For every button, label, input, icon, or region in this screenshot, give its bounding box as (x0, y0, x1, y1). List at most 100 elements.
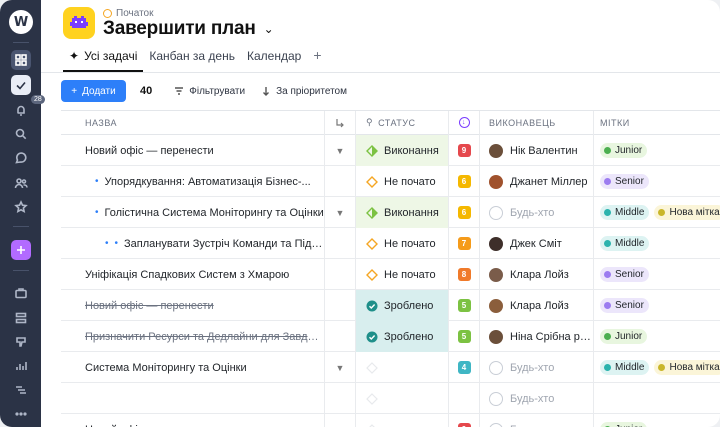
tags-cell[interactable]: Junior (593, 414, 720, 427)
tag-chip[interactable]: Junior (600, 422, 648, 427)
app-logo-icon[interactable]: W (9, 10, 33, 34)
task-name-cell[interactable]: Новий офіс — перенести (79, 135, 324, 166)
table-row[interactable]: Призначити Ресурси та Дедлайни для Завда… (61, 321, 720, 352)
column-header-status[interactable]: ⚲ СТАТУС (355, 110, 448, 135)
tag-chip[interactable]: Нова мітка (654, 360, 720, 375)
table-row[interactable]: Система Моніторингу та Оцінки ▼ 4 Будь-хто M… (61, 352, 720, 383)
thumbs-icon[interactable] (11, 332, 31, 352)
priority-cell[interactable]: 6 (448, 197, 479, 228)
priority-cell[interactable]: 7 (448, 228, 479, 259)
tags-cell[interactable]: Junior (593, 135, 720, 166)
assignee-cell[interactable]: Клара Лойз (479, 259, 593, 290)
tag-chip[interactable]: Junior (600, 329, 648, 344)
tag-chip[interactable]: Middle (600, 236, 650, 251)
search-icon[interactable] (11, 124, 31, 144)
table-row[interactable]: Новий офіс — перенести ▼ Виконання 9 Нік Вал… (61, 135, 720, 166)
assignee-cell[interactable]: Будь-хто (479, 197, 593, 228)
status-cell[interactable]: Не почато (355, 259, 448, 290)
table-row[interactable]: Новий офіс — перенести 9 Будь-хто Junior (61, 414, 720, 427)
tag-chip[interactable]: Middle (600, 205, 650, 220)
table-row[interactable]: Уніфікація Спадкових Систем з Хмарою Не п… (61, 259, 720, 290)
priority-cell[interactable] (448, 383, 479, 414)
table-row[interactable]: • Упорядкування: Автоматизація Бізнес-...… (61, 166, 720, 197)
tag-chip[interactable]: Junior (600, 143, 648, 158)
task-name-cell[interactable]: • Голістична Система Моніторингу та Оцінк… (79, 197, 324, 228)
tags-cell[interactable]: Junior (593, 321, 720, 352)
briefcase-icon[interactable] (11, 283, 31, 303)
column-header-name[interactable]: НАЗВА (85, 118, 117, 128)
tab-calendar[interactable]: Календар (241, 46, 307, 72)
chevron-down-icon[interactable]: ⌄ (264, 22, 274, 36)
status-cell[interactable]: Виконання (355, 197, 448, 228)
task-name-cell[interactable]: Призначити Ресурси та Дедлайни для Завда… (79, 321, 324, 352)
tags-cell[interactable]: Middle Нова мітка (593, 197, 720, 228)
tag-chip[interactable]: Middle (600, 360, 650, 375)
expand-cell[interactable]: ▼ (324, 197, 355, 228)
tags-cell[interactable]: Middle (593, 228, 720, 259)
priority-cell[interactable]: 5 (448, 290, 479, 321)
status-cell[interactable]: Виконання (355, 135, 448, 166)
priority-column-icon[interactable]: ↓ (448, 110, 479, 135)
status-cell[interactable]: Не почато (355, 166, 448, 197)
status-cell[interactable]: Зроблено (355, 290, 448, 321)
tags-cell[interactable]: Senior (593, 290, 720, 321)
tag-chip[interactable]: Senior (600, 267, 649, 282)
priority-cell[interactable]: 4 (448, 352, 479, 383)
priority-cell[interactable]: 9 (448, 414, 479, 427)
priority-cell[interactable]: 6 (448, 166, 479, 197)
tab-all-tasks[interactable]: ✦ Усі задачі (63, 46, 144, 72)
status-cell[interactable] (355, 352, 448, 383)
assignee-cell[interactable]: Джек Сміт (479, 228, 593, 259)
tags-cell[interactable]: Middle Нова мітка (593, 352, 720, 383)
expand-cell[interactable]: ▼ (324, 352, 355, 383)
column-header-tags[interactable]: МІТКИ (593, 110, 720, 135)
table-row[interactable]: Будь-хто (61, 383, 720, 414)
star-icon[interactable] (11, 197, 31, 217)
subtasks-column-icon[interactable] (324, 110, 355, 135)
tag-chip[interactable]: Senior (600, 298, 649, 313)
chat-icon[interactable] (11, 148, 31, 168)
expand-caret-icon[interactable]: ▼ (336, 146, 345, 156)
tags-cell[interactable]: Senior (593, 166, 720, 197)
page-title[interactable]: Завершити план ⌄ (103, 18, 274, 40)
assignee-cell[interactable]: Будь-хто (479, 414, 593, 427)
table-row[interactable]: • Голістична Система Моніторингу та Оцінк… (61, 197, 720, 228)
task-name-cell[interactable]: Новий офіс — перенести (79, 290, 324, 321)
priority-cell[interactable]: 5 (448, 321, 479, 352)
add-view-plus-icon[interactable]: + (307, 46, 327, 64)
tasks-check-icon[interactable] (11, 75, 31, 95)
table-row[interactable]: • • Запланувати Зустріч Команди та Підсумк… (61, 228, 720, 259)
add-button[interactable]: + Додати (61, 80, 126, 102)
bar-chart-icon[interactable] (11, 356, 31, 376)
sort-button[interactable]: За пріоритетом (261, 86, 347, 97)
assignee-cell[interactable]: Нік Валентин (479, 135, 593, 166)
expand-caret-icon[interactable]: ▼ (336, 363, 345, 373)
project-avatar-icon[interactable] (63, 7, 95, 39)
grid-icon[interactable] (11, 50, 31, 70)
status-cell[interactable] (355, 414, 448, 427)
assignee-cell[interactable]: Ніна Срібна рибка (479, 321, 593, 352)
status-cell[interactable] (355, 383, 448, 414)
layers-icon[interactable] (11, 308, 31, 328)
tags-cell[interactable]: Senior (593, 259, 720, 290)
expand-cell[interactable]: ▼ (324, 135, 355, 166)
task-name-cell[interactable]: Система Моніторингу та Оцінки (79, 352, 324, 383)
table-row[interactable]: Новий офіс — перенести Зроблено 5 Клара Лой… (61, 290, 720, 321)
filter-button[interactable]: Фільтрувати (174, 86, 245, 97)
status-cell[interactable]: Не почато (355, 228, 448, 259)
tags-cell[interactable] (593, 383, 720, 414)
task-name-cell[interactable]: Новий офіс — перенести (79, 414, 324, 427)
timeline-icon[interactable] (11, 380, 31, 400)
status-cell[interactable]: Зроблено (355, 321, 448, 352)
more-icon[interactable] (11, 404, 31, 424)
bell-icon[interactable]: 28 (11, 95, 45, 120)
tab-kanban[interactable]: Канбан за день (143, 46, 241, 72)
column-header-assignee[interactable]: ВИКОНАВЕЦЬ (479, 110, 593, 135)
users-icon[interactable] (11, 173, 31, 193)
assignee-cell[interactable]: Будь-хто (479, 383, 593, 414)
task-name-cell[interactable]: • Упорядкування: Автоматизація Бізнес-... (79, 166, 324, 197)
task-name-cell[interactable]: • • Запланувати Зустріч Команди та Підсумк… (79, 228, 324, 259)
tag-chip[interactable]: Senior (600, 174, 649, 189)
priority-cell[interactable]: 9 (448, 135, 479, 166)
expand-caret-icon[interactable]: ▼ (336, 208, 345, 218)
